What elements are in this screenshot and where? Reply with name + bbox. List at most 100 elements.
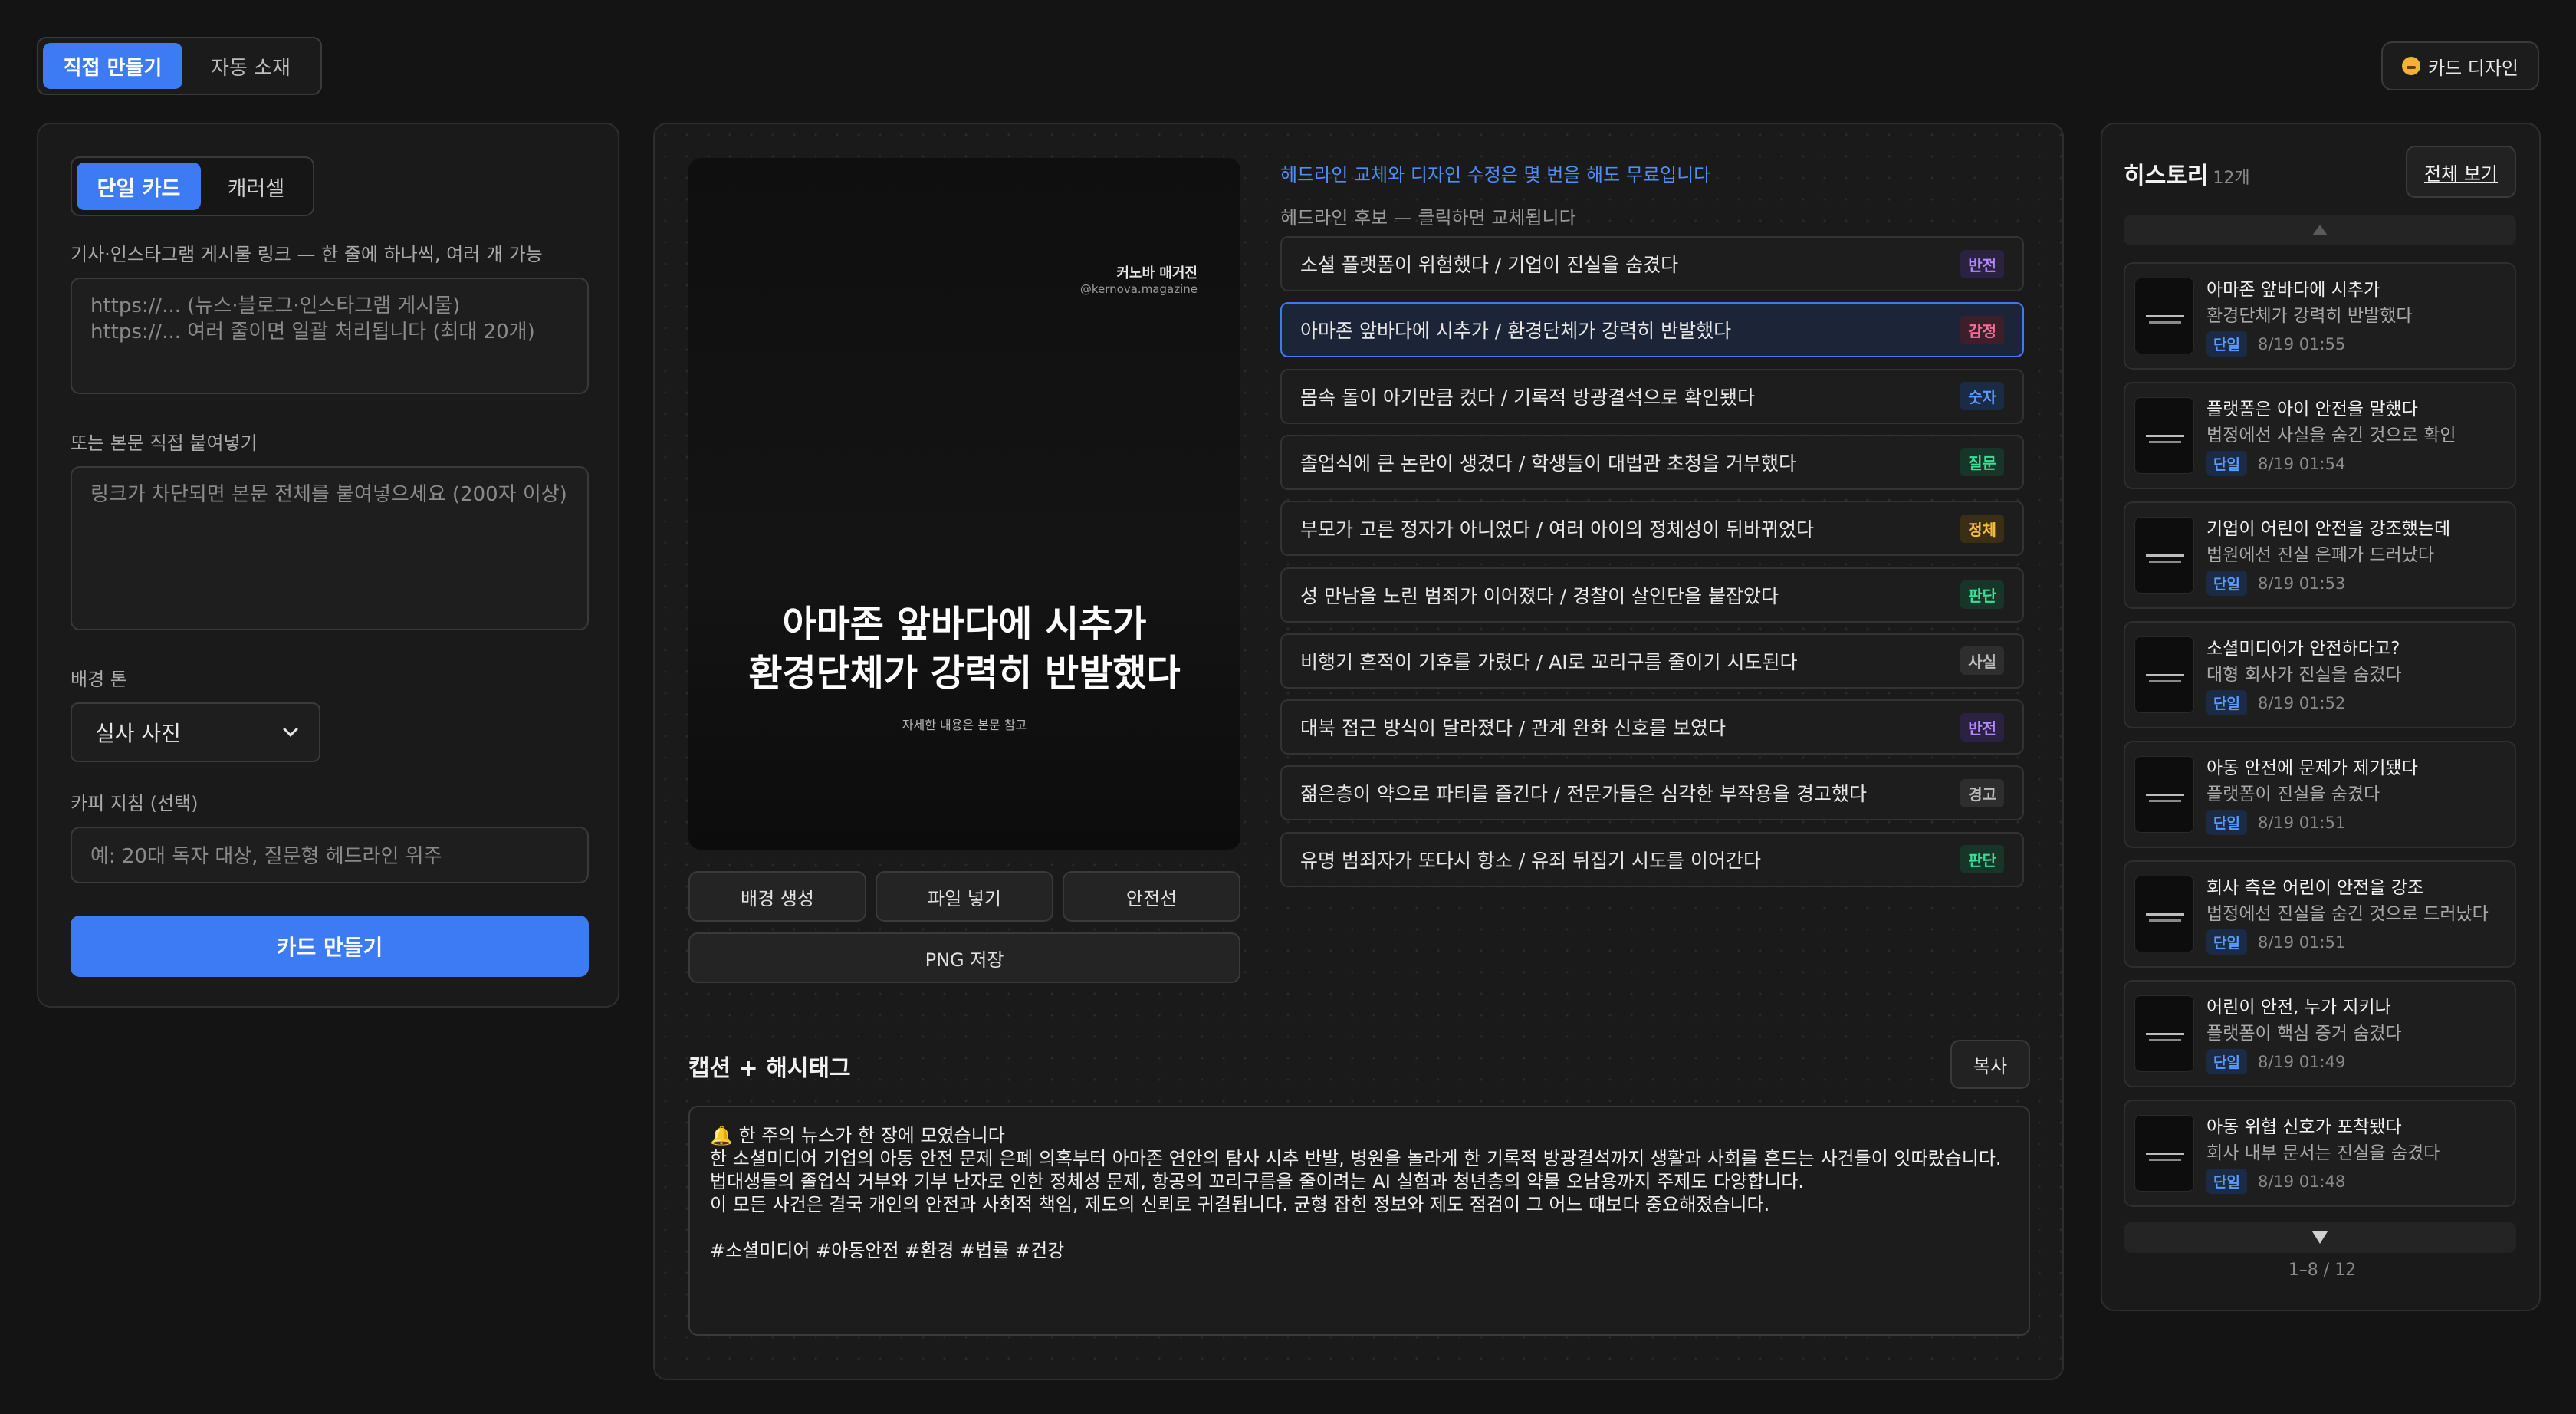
headline-tag: 반전	[1960, 249, 2004, 278]
card-type-tabs: 단일 카드 캐러셀	[71, 156, 314, 216]
body-input[interactable]: 링크가 차단되면 본문 전체를 붙여넣으세요 (200자 이상)	[71, 466, 589, 630]
editor-panel: 커노바 매거진 @kernova.magazine 아마존 앞바다에 시추가 환…	[653, 123, 2064, 1380]
scroll-down-button[interactable]	[2124, 1222, 2516, 1253]
card-thumbnail	[2134, 1115, 2194, 1192]
headline-candidate[interactable]: 유명 범죄자가 또다시 항소 / 유죄 뒤집기 시도를 이어간다 판단	[1280, 831, 2024, 887]
history-headline-2: 대형 회사가 진실을 숨겼다	[2206, 665, 2402, 685]
history-item[interactable]: 아동 위협 신호가 포착됐다회사 내부 문서는 진실을 숨겼다단일 8/19 01…	[2124, 1100, 2516, 1207]
free-edit-hint: 헤드라인 교체와 디자인 수정은 몇 번을 해도 무료입니다	[1280, 164, 1711, 186]
tab-manual[interactable]: 직접 만들기	[43, 43, 182, 89]
type-badge: 단일	[2206, 451, 2247, 476]
headline-candidate[interactable]: 아마존 앞바다에 시추가 / 환경단체가 강력히 반발했다 감정	[1280, 302, 2024, 358]
history-headline-1: 소셜미디어가 안전하다고?	[2206, 639, 2400, 659]
tone-select[interactable]: 실사 사진	[71, 702, 320, 762]
view-all-button[interactable]: 전체 보기	[2406, 146, 2516, 198]
history-headline-1: 아마존 앞바다에 시추가	[2206, 280, 2380, 300]
history-item[interactable]: 플랫폼은 아이 안전을 말했다 법정에선 사실을 숨긴 것으로 확인 단일 8/19 …	[2124, 382, 2516, 489]
history-meta: 단일 8/19 01:51	[2206, 929, 2345, 955]
safe-line-button[interactable]: 안전선	[1063, 871, 1240, 922]
headline-text: 졸업식에 큰 논란이 생겼다 / 학생들이 대법관 초청을 거부했다	[1300, 452, 1796, 475]
history-timestamp: 8/19 01:48	[2257, 1172, 2346, 1191]
make-card-button[interactable]: 카드 만들기	[71, 916, 589, 977]
history-item[interactable]: 회사 측은 어린이 안전을 강조 법정에선 진실을 숨긴 것으로 드러났다 단일 8/…	[2124, 860, 2516, 968]
type-badge: 단일	[2206, 331, 2247, 357]
scroll-up-button[interactable]	[2124, 215, 2516, 245]
history-item[interactable]: 아동 안전에 문제가 제기됐다 플랫폼이 진실을 숨겼다 단일 8/19 01:51	[2124, 741, 2516, 848]
type-badge: 단일	[2206, 1049, 2247, 1074]
card-headline: 아마존 앞바다에 시추가 환경단체가 강력히 반발했다	[688, 600, 1240, 698]
type-badge: 단일	[2206, 929, 2247, 955]
headline-tag: 판단	[1960, 580, 2004, 609]
card-thumbnail	[2134, 995, 2194, 1072]
card-thumbnail	[2134, 397, 2194, 474]
headline-tag: 사실	[1960, 646, 2004, 676]
png-save-button[interactable]: PNG 저장	[688, 932, 1240, 983]
headline-candidate[interactable]: 대북 접근 방식이 달라졌다 / 관계 완화 신호를 보였다 반전	[1280, 699, 2024, 755]
headline-candidate[interactable]: 몸속 돌이 아기만큼 컸다 / 기록적 방광결석으로 확인됐다 숫자	[1280, 368, 2024, 424]
history-headline-2: 회사 내부 문서는 진실을 숨겼다	[2206, 1143, 2440, 1163]
copy-guide-input[interactable]: 예: 20대 독자 대상, 질문형 헤드라인 위주	[71, 827, 589, 883]
history-timestamp: 8/19 01:53	[2257, 574, 2346, 593]
history-headline-1: 플랫폼은 아이 안전을 말했다	[2206, 400, 2418, 419]
headline-text: 성 만남을 노린 범죄가 이어졌다 / 경찰이 살인단을 붙잡았다	[1300, 584, 1779, 607]
history-headline-1: 어린이 안전, 누가 지키나	[2206, 998, 2391, 1018]
history-item[interactable]: 아마존 앞바다에 시추가 환경단체가 강력히 반발했다 단일 8/19 01:55	[2124, 262, 2516, 370]
card-design-label: 카드 디자인	[2427, 57, 2519, 79]
history-meta: 단일 8/19 01:52	[2206, 690, 2345, 715]
link-input[interactable]: https://... (뉴스·블로그·인스타그램 게시물) https://.…	[71, 278, 589, 394]
headline-text: 부모가 고른 정자가 아니었다 / 여러 아이의 정체성이 뒤바뀌었다	[1300, 518, 1814, 541]
body-label: 또는 본문 직접 붙여넣기	[71, 432, 258, 454]
tab-auto[interactable]: 자동 소재	[187, 43, 314, 89]
card-preview: 커노바 매거진 @kernova.magazine 아마존 앞바다에 시추가 환…	[688, 158, 1240, 850]
headline-candidate[interactable]: 젊은층이 약으로 파티를 즐긴다 / 전문가들은 심각한 부작용을 경고했다 경고	[1280, 765, 2024, 821]
headline-tag: 질문	[1960, 448, 2004, 477]
headline-text: 비행기 흔적이 기후를 가렸다 / AI로 꼬리구름 줄이기 시도된다	[1300, 650, 1798, 673]
history-timestamp: 8/19 01:51	[2257, 932, 2346, 952]
headline-candidate[interactable]: 소셜 플랫폼이 위험했다 / 기업이 진실을 숨겼다 반전	[1280, 236, 2024, 291]
caption-line: 이 모든 사건은 결국 개인의 안전과 사회적 책임, 제도의 신뢰로 귀결됩니…	[710, 1194, 1770, 1215]
history-item[interactable]: 소셜미디어가 안전하다고? 대형 회사가 진실을 숨겼다단일 8/19 01:52	[2124, 621, 2516, 728]
history-pagination: 1–8 / 12	[2288, 1261, 2357, 1280]
headline-text: 아마존 앞바다에 시추가 / 환경단체가 강력히 반발했다	[1300, 320, 1732, 343]
tone-value: 실사 사진	[95, 721, 181, 746]
caption-textarea[interactable]: 🔔 한 주의 뉴스가 한 장에 모였습니다 한 소셜미디어 기업의 아동 안전 …	[688, 1106, 2030, 1336]
arrow-down-icon	[2312, 1231, 2328, 1244]
type-badge: 단일	[2206, 1169, 2247, 1194]
emoji-icon	[2401, 57, 2420, 75]
history-timestamp: 8/19 01:51	[2257, 813, 2346, 832]
type-badge: 단일	[2206, 690, 2247, 715]
headline-candidate[interactable]: 비행기 흔적이 기후를 가렸다 / AI로 꼬리구름 줄이기 시도된다 사실	[1280, 633, 2024, 689]
caption-line: 한 소셜미디어 기업의 아동 안전 문제 은폐 의혹부터 아마존 연안의 탐사 …	[710, 1148, 2002, 1169]
tab-single-card[interactable]: 단일 카드	[77, 163, 201, 210]
history-timestamp: 8/19 01:55	[2257, 334, 2346, 354]
caption-line: 🔔 한 주의 뉴스가 한 장에 모였습니다	[710, 1125, 1005, 1146]
history-headline-2: 법정에선 사실을 숨긴 것으로 확인	[2206, 426, 2456, 446]
input-panel: 단일 카드 캐러셀 기사·인스타그램 게시물 링크 — 한 줄에 하나씩, 여러…	[37, 123, 619, 1008]
headline-candidate[interactable]: 성 만남을 노린 범죄가 이어졌다 / 경찰이 살인단을 붙잡았다 판단	[1280, 567, 2024, 623]
history-meta: 단일 8/19 01:55	[2206, 331, 2345, 357]
card-design-button[interactable]: 카드 디자인	[2381, 41, 2539, 90]
tab-carousel[interactable]: 캐러셀	[204, 163, 308, 210]
headline-candidate[interactable]: 졸업식에 큰 논란이 생겼다 / 학생들이 대법관 초청을 거부했다 질문	[1280, 434, 2024, 490]
insert-file-button[interactable]: 파일 넣기	[876, 871, 1053, 922]
history-item[interactable]: 어린이 안전, 누가 지키나플랫폼이 핵심 증거 숨겼다단일 8/19 01:49	[2124, 980, 2516, 1087]
headline-tag: 판단	[1960, 845, 2004, 874]
history-headline-2: 플랫폼이 핵심 증거 숨겼다	[2206, 1024, 2402, 1044]
card-headline-line2: 환경단체가 강력히 반발했다	[748, 652, 1181, 695]
headline-text: 유명 범죄자가 또다시 항소 / 유죄 뒤집기 시도를 이어간다	[1300, 849, 1761, 872]
hashtags: #소셜미디어 #아동안전 #환경 #법률 #건강	[710, 1240, 1065, 1261]
tone-label: 배경 톤	[71, 669, 127, 690]
copy-button[interactable]: 복사	[1950, 1040, 2030, 1089]
mode-tabs: 직접 만들기 자동 소재	[37, 37, 322, 95]
history-headline-1: 아동 위협 신호가 포착됐다	[2206, 1117, 2402, 1137]
brand-name: 커노바 매거진	[1116, 265, 1198, 281]
headline-tag: 정체	[1960, 514, 2004, 543]
history-meta: 단일 8/19 01:49	[2206, 1049, 2345, 1074]
generate-background-button[interactable]: 배경 생성	[688, 871, 866, 922]
card-subtext: 자세한 내용은 본문 참고	[902, 718, 1027, 732]
history-timestamp: 8/19 01:52	[2257, 693, 2346, 712]
headline-candidate[interactable]: 부모가 고른 정자가 아니었다 / 여러 아이의 정체성이 뒤바뀌었다 정체	[1280, 501, 2024, 557]
history-item[interactable]: 기업이 어린이 안전을 강조했는데 법원에선 진실 은폐가 드러났다 단일 8/19 …	[2124, 501, 2516, 609]
history-headline-1: 기업이 어린이 안전을 강조했는데	[2206, 519, 2451, 539]
history-timestamp: 8/19 01:49	[2257, 1052, 2346, 1071]
